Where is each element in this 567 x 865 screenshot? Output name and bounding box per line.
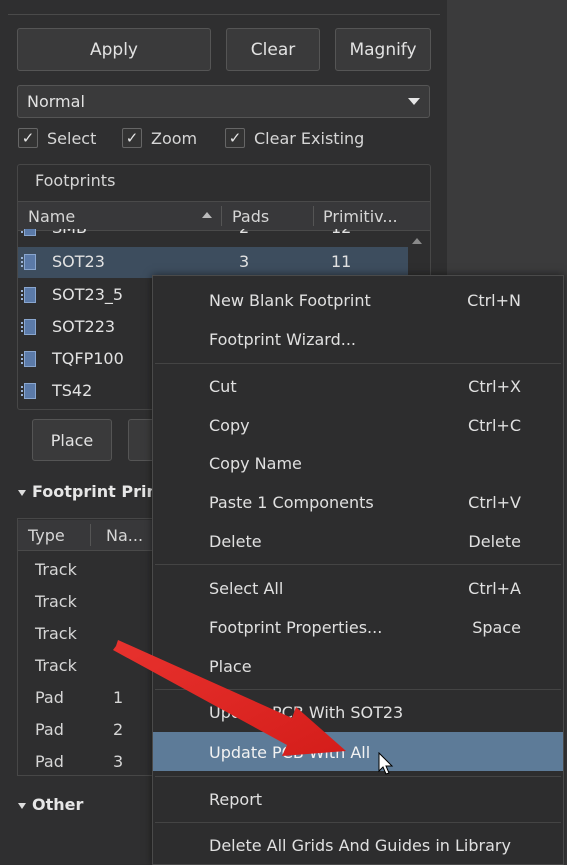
mouse-cursor-icon [378, 752, 394, 775]
annotation-arrow-icon [113, 640, 346, 756]
